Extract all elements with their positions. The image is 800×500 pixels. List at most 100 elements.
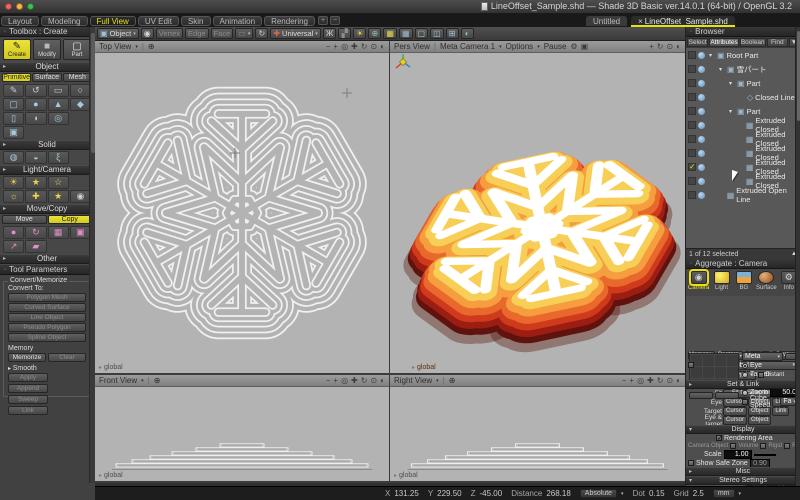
close-tab-icon[interactable]: ×	[638, 16, 643, 26]
aggregate-tab-surface[interactable]: Surface	[756, 271, 777, 291]
top-view-label[interactable]: Top View	[99, 42, 131, 51]
render-preview-button[interactable]: ◐	[676, 376, 681, 386]
tree-row[interactable]: ◇ Closed Line	[686, 90, 800, 104]
visibility-ball-icon[interactable]	[698, 52, 705, 59]
visibility-ball-icon[interactable]	[698, 192, 705, 199]
tab-primitive[interactable]: Primitive	[2, 73, 31, 82]
vertex-mode-button[interactable]: Vertex	[156, 28, 183, 39]
visibility-ball-icon[interactable]	[698, 94, 705, 101]
render-flag-icon[interactable]	[688, 163, 696, 171]
convert-button[interactable]: Curved Surface	[8, 303, 86, 312]
rigid-checkbox[interactable]	[760, 443, 766, 449]
sphere-tool-icon[interactable]: ●	[25, 98, 46, 111]
rotate-copy-icon[interactable]: ↻	[25, 226, 46, 239]
rotate-view-button[interactable]: ↻	[255, 28, 268, 39]
axis-lock-icon[interactable]: ⊕	[148, 42, 155, 51]
convert-button[interactable]: Pseudo Polygon	[8, 323, 86, 332]
set-link-section[interactable]: ▸Set & Link	[686, 380, 800, 389]
render-flag-icon[interactable]	[688, 135, 696, 143]
partial-solid-icon[interactable]: ◒	[25, 151, 46, 164]
camera-selector[interactable]: Meta Camera 1	[440, 42, 495, 51]
workspace-tab-uv-edit[interactable]: UV Edit	[138, 16, 179, 26]
workspace-tab-modeling[interactable]: Modeling	[41, 16, 87, 26]
render-preview-button[interactable]: ◐	[676, 42, 681, 52]
visibility-ball-icon[interactable]	[698, 122, 705, 129]
tab-copy[interactable]: Copy	[48, 215, 93, 224]
move-tool-icon[interactable]: ●	[3, 226, 24, 239]
tab-mesh[interactable]: Mesh	[63, 73, 92, 82]
pen-tool-icon[interactable]: ✎	[3, 84, 24, 97]
expand-arrow-icon[interactable]: ▾	[729, 80, 735, 87]
zoom-in-button[interactable]: +	[333, 42, 338, 52]
pan-button[interactable]: ✚	[647, 376, 654, 386]
pause-button[interactable]: Pause	[544, 42, 567, 51]
single-view-button[interactable]: ▢	[415, 28, 429, 39]
wedge-tool-icon[interactable]: ◆	[70, 98, 91, 111]
front-view-canvas[interactable]: ▸global	[95, 387, 389, 481]
render-preview-button[interactable]: ◐	[380, 42, 385, 52]
torus-tool-icon[interactable]: ◎	[48, 112, 69, 125]
circle-line-tool-icon[interactable]: ○	[70, 84, 91, 97]
browser-tab-attributes[interactable]: Attributes	[709, 38, 738, 47]
workspace-tab-rendering[interactable]: Rendering	[264, 16, 315, 26]
right-view-canvas[interactable]: ▸global	[390, 387, 685, 481]
pers-view-label[interactable]: Pers View	[394, 42, 430, 51]
zoom-out-button[interactable]: −	[326, 42, 331, 52]
light-tool-button[interactable]: ☀	[353, 28, 366, 39]
cube-speed-checkbox[interactable]	[742, 399, 748, 405]
aggregate-tab-bg[interactable]: BG	[734, 271, 754, 291]
visibility-ball-icon[interactable]	[698, 178, 705, 185]
create-button[interactable]: ✎ Create	[3, 39, 31, 60]
palette-button[interactable]: ▦	[383, 28, 397, 39]
capsule-tool-icon[interactable]: ◖	[25, 112, 46, 125]
pers-display-icon[interactable]: ▣	[581, 42, 589, 52]
tree-row[interactable]: ▾ ▣ Part	[686, 76, 800, 90]
rendering-area-checkbox[interactable]	[716, 435, 722, 441]
sunlight-icon[interactable]: ☀	[3, 176, 24, 189]
visibility-ball-icon[interactable]	[698, 136, 705, 143]
render-flag-icon[interactable]	[688, 93, 696, 101]
camera-create-icon[interactable]: ◉	[70, 190, 91, 203]
camera-view-dropdown[interactable]	[715, 392, 739, 399]
maximize-window-button[interactable]	[27, 3, 34, 10]
pan-button[interactable]: ✚	[351, 376, 358, 386]
aggregate-tab-light[interactable]: Light	[711, 271, 731, 291]
world-axis-button[interactable]: ⊕	[368, 28, 381, 39]
workspace-tab-layout[interactable]: Layout	[1, 16, 39, 26]
scale-tool-icon[interactable]: ▰	[25, 240, 46, 253]
grid-toggle-button[interactable]: ▦	[399, 28, 413, 39]
expand-arrow-icon[interactable]: ▾	[709, 52, 715, 59]
browser-tab-boolean[interactable]: Boolean	[740, 38, 766, 47]
append-button[interactable]: Append	[8, 384, 48, 393]
options-menu[interactable]: Options	[506, 42, 534, 51]
quad-view-button[interactable]: ⊞	[446, 28, 459, 39]
link-axis-checkbox[interactable]	[688, 362, 694, 368]
close-window-button[interactable]	[5, 3, 12, 10]
visibility-ball-icon[interactable]	[698, 108, 705, 115]
browser-tab-find[interactable]: Find	[767, 38, 788, 47]
right-global-label[interactable]: ▸global	[394, 472, 418, 479]
render-flag-icon[interactable]	[688, 191, 696, 199]
point-light-icon[interactable]: ☼	[3, 190, 24, 203]
curve-solid-icon[interactable]: ξ	[48, 151, 69, 164]
scale-field[interactable]: 1.00	[724, 450, 752, 459]
convert-button[interactable]: Line Object	[8, 313, 86, 322]
misc-section[interactable]: ▸Misc	[686, 467, 800, 476]
volume-checkbox[interactable]	[730, 443, 736, 449]
memorize-button[interactable]: Memorize	[8, 353, 46, 362]
section-object[interactable]: ▸Object	[0, 62, 94, 72]
tab-move[interactable]: Move	[2, 215, 47, 224]
camera-tool-button[interactable]: ◉	[141, 28, 154, 39]
front-global-label[interactable]: ▸global	[99, 472, 123, 479]
rotate-button[interactable]: ↻	[361, 42, 368, 52]
minimize-window-button[interactable]	[16, 3, 23, 10]
object-mode-button[interactable]: ▣ Object ▾	[97, 28, 139, 39]
render-flag-icon[interactable]	[688, 121, 696, 129]
expand-arrow-icon[interactable]: ▾	[729, 108, 735, 115]
render-flag-icon[interactable]	[688, 107, 696, 115]
visibility-ball-icon[interactable]	[698, 66, 705, 73]
right-view-label[interactable]: Right View	[394, 376, 432, 385]
magnify-button[interactable]: ⊙	[666, 376, 673, 386]
render-flag-icon[interactable]	[688, 51, 696, 59]
line-light-icon[interactable]: ★	[48, 190, 69, 203]
